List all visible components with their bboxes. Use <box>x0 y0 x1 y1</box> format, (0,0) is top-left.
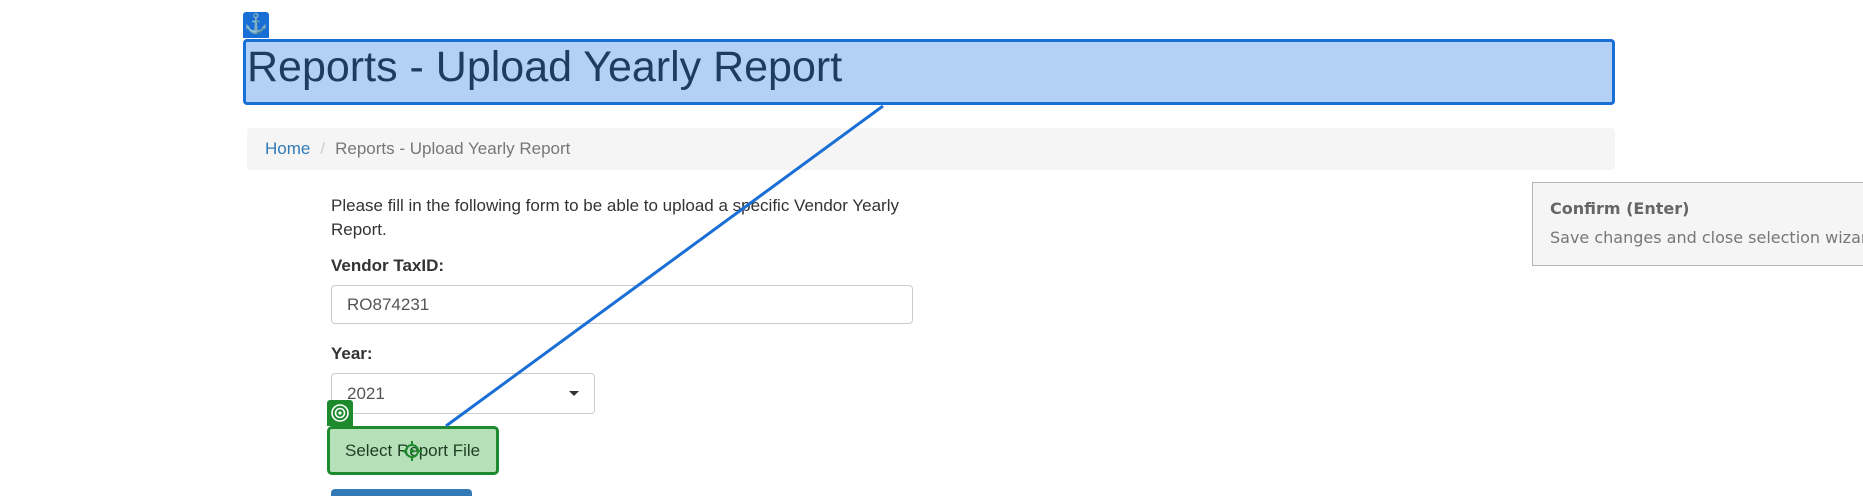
breadcrumb-separator: / <box>320 139 326 158</box>
page: ⚓ Reports - Upload Yearly Report Home / Re… <box>0 0 1863 496</box>
target-icon <box>331 404 349 422</box>
target-badge <box>327 400 353 426</box>
chevron-down-icon <box>569 391 579 396</box>
upload-submit-button[interactable] <box>331 489 472 496</box>
breadcrumb: Home / Reports - Upload Yearly Report <box>247 128 1615 170</box>
confirm-tooltip[interactable]: Confirm (Enter) Save changes and close s… <box>1532 182 1863 266</box>
breadcrumb-home-link[interactable]: Home <box>265 139 310 158</box>
vendor-taxid-input[interactable] <box>331 285 913 324</box>
form-intro-text: Please fill in the following form to be … <box>331 196 899 239</box>
confirm-tooltip-body: Save changes and close selection wizard <box>1550 228 1863 247</box>
vendor-taxid-label: Vendor TaxID: <box>331 256 445 275</box>
page-title: Reports - Upload Yearly Report <box>247 43 843 91</box>
year-label: Year: <box>331 344 373 363</box>
anchor-icon: ⚓ <box>243 12 269 38</box>
select-report-file-button[interactable]: Select Report File <box>327 426 499 475</box>
confirm-tooltip-title: Confirm (Enter) <box>1550 199 1690 218</box>
year-select[interactable]: 2021 <box>331 373 595 414</box>
breadcrumb-current: Reports - Upload Yearly Report <box>335 139 571 158</box>
